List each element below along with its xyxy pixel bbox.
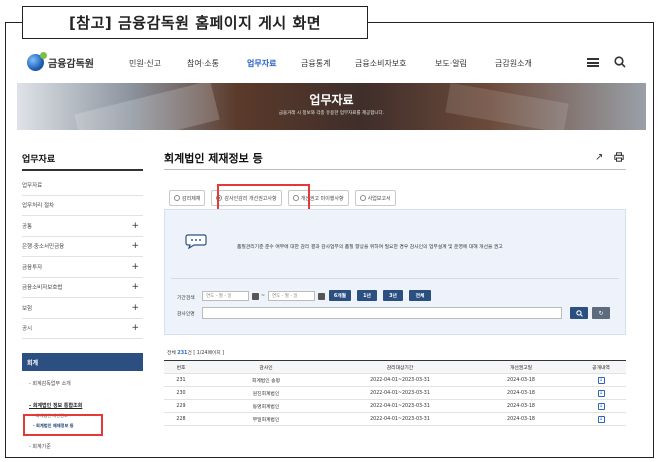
download-icon[interactable]: ↓ [597, 402, 605, 410]
period-all-button[interactable]: 전체 [409, 290, 431, 301]
results-table: 번호 감사인 감리대상기간 개선권고일 공개내역 231 회계법인 송평 202… [164, 360, 626, 426]
share-icon[interactable]: ↗ [595, 152, 603, 163]
period-label: 기간검색 [177, 296, 195, 301]
logo-icon [27, 52, 47, 71]
expand-icon: + [131, 302, 139, 313]
period-6m-button[interactable]: 6개월 [329, 290, 351, 301]
sidebar-sub-standards[interactable]: - 회계기준 [29, 443, 51, 450]
top-navigation: 금융감독원 민원·신고 참여·소통 업무자료 금융통계 금융소비자보호 보도·알… [17, 45, 646, 83]
print-icon[interactable] [614, 152, 624, 162]
sidebar-sub-accounting-intro[interactable]: - 회계감독업무 소개 [29, 380, 71, 387]
fss-logo[interactable]: 금융감독원 [27, 52, 94, 71]
calendar-icon[interactable] [252, 293, 259, 300]
sidebar-item[interactable]: 보험 + [22, 298, 143, 319]
tab-sanctions[interactable]: 감리제재 [169, 190, 206, 206]
expand-icon: + [131, 282, 139, 293]
download-icon[interactable]: ↓ [597, 376, 605, 384]
nav-item-consumer-protection[interactable]: 금융소비자보호 [355, 58, 407, 69]
sidebar-divider [22, 169, 143, 171]
sidebar-menu: 업무자료 업무처리 절차 공통 + 은행·중소서민금융 + 금융투자 + 금융소비자보… [22, 175, 143, 339]
notice-text: 품질관리기준 준수 여부에 대한 감리 결과 감사업무의 품질 향상을 위하여 … [237, 245, 503, 250]
page-title: 회계법인 제재정보 등 [164, 152, 263, 165]
sidebar-item[interactable]: 은행·중소서민금융 + [22, 237, 143, 257]
banner-subtitle: 금융거래 시 정보와 각종 유용한 업무자료를 제공합니다. [278, 111, 385, 116]
nav-item-statistics[interactable]: 금융통계 [301, 58, 330, 69]
sidebar-item[interactable]: 공통 + [22, 216, 143, 237]
download-icon[interactable]: ↓ [597, 389, 605, 397]
logo-text: 금융감독원 [48, 59, 94, 70]
table-row[interactable]: 229 동명회계법인 2022-04-01~2023-03-31 2024-03… [164, 400, 626, 413]
title-divider [164, 169, 626, 170]
result-count: 전체 231건 [ 1/24페이지 ] [167, 351, 225, 356]
expand-icon: + [131, 261, 139, 272]
highlight-box-sidebar [23, 414, 103, 436]
tab-business-report[interactable]: 사업보고서 [354, 190, 396, 206]
website-screenshot: 금융감독원 민원·신고 참여·소통 업무자료 금융통계 금융소비자보호 보도·알… [17, 45, 646, 452]
nav-item-press[interactable]: 보도·알림 [435, 58, 467, 69]
highlight-box-tab [217, 184, 310, 211]
auditor-label: 감사인명 [177, 312, 195, 317]
speech-bubble-icon [185, 234, 207, 249]
search-icon [575, 309, 583, 317]
auditor-name-input[interactable] [202, 307, 562, 319]
table-row[interactable]: 228 부일회계법인 2022-04-01~2023-03-31 2024-03… [164, 413, 626, 426]
reset-button[interactable]: ↻ [592, 307, 610, 319]
page-banner: 업무자료 금융거래 시 정보와 각종 유용한 업무자료를 제공합니다. [17, 83, 646, 130]
nav-item-business-data[interactable]: 업무자료 [247, 58, 276, 69]
expand-icon: + [131, 241, 139, 252]
period-3y-button[interactable]: 3년 [383, 290, 403, 301]
search-panel: 품질관리기준 준수 여부에 대한 감리 결과 감사업무의 품질 향상을 위하여 … [164, 209, 626, 335]
start-date-input[interactable]: 연도 - 월 - 일 [202, 291, 249, 301]
date-tilde: ~ [261, 294, 266, 299]
search-icon[interactable] [614, 56, 626, 68]
banner-title: 업무자료 [309, 93, 354, 107]
expand-icon: + [131, 323, 139, 334]
sidebar-sub-firm-info[interactable]: - 회계법인 정보 통합조회 [29, 402, 82, 409]
caption-title: [참고] 금융감독원 홈페이지 게시 화면 [22, 6, 368, 39]
radio-icon [359, 195, 366, 201]
sidebar-title: 업무자료 [22, 155, 56, 165]
sidebar-item[interactable]: 업무자료 [22, 175, 143, 196]
sidebar-item[interactable]: 금융소비자보호법 + [22, 278, 143, 298]
expand-icon: + [131, 220, 139, 231]
nav-item-about[interactable]: 금감원소개 [495, 58, 532, 69]
sidebar-item[interactable]: 금융투자 + [22, 257, 143, 278]
sidebar-item-accounting[interactable]: 회계 [22, 353, 143, 371]
table-header: 번호 감사인 감리대상기간 개선권고일 공개내역 [164, 361, 626, 374]
table-row[interactable]: 231 회계법인 송평 2022-04-01~2023-03-31 2024-0… [164, 374, 626, 387]
download-icon[interactable]: ↓ [597, 415, 605, 423]
calendar-icon[interactable] [318, 293, 325, 300]
end-date-input[interactable]: 연도 - 월 - 일 [268, 291, 315, 301]
radio-icon [174, 195, 180, 201]
sidebar-item[interactable]: 업무처리 절차 [22, 196, 143, 216]
search-button[interactable] [570, 307, 588, 319]
nav-item-participation[interactable]: 참여·소통 [187, 58, 219, 69]
sidebar-item[interactable]: 공시 + [22, 319, 143, 339]
nav-item-complaint[interactable]: 민원·신고 [129, 58, 161, 69]
table-row[interactable]: 230 원진회계법인 2022-04-01~2023-03-31 2024-03… [164, 387, 626, 400]
period-1y-button[interactable]: 1년 [357, 290, 377, 301]
panel-divider [171, 278, 619, 279]
menu-icon[interactable] [587, 58, 599, 67]
